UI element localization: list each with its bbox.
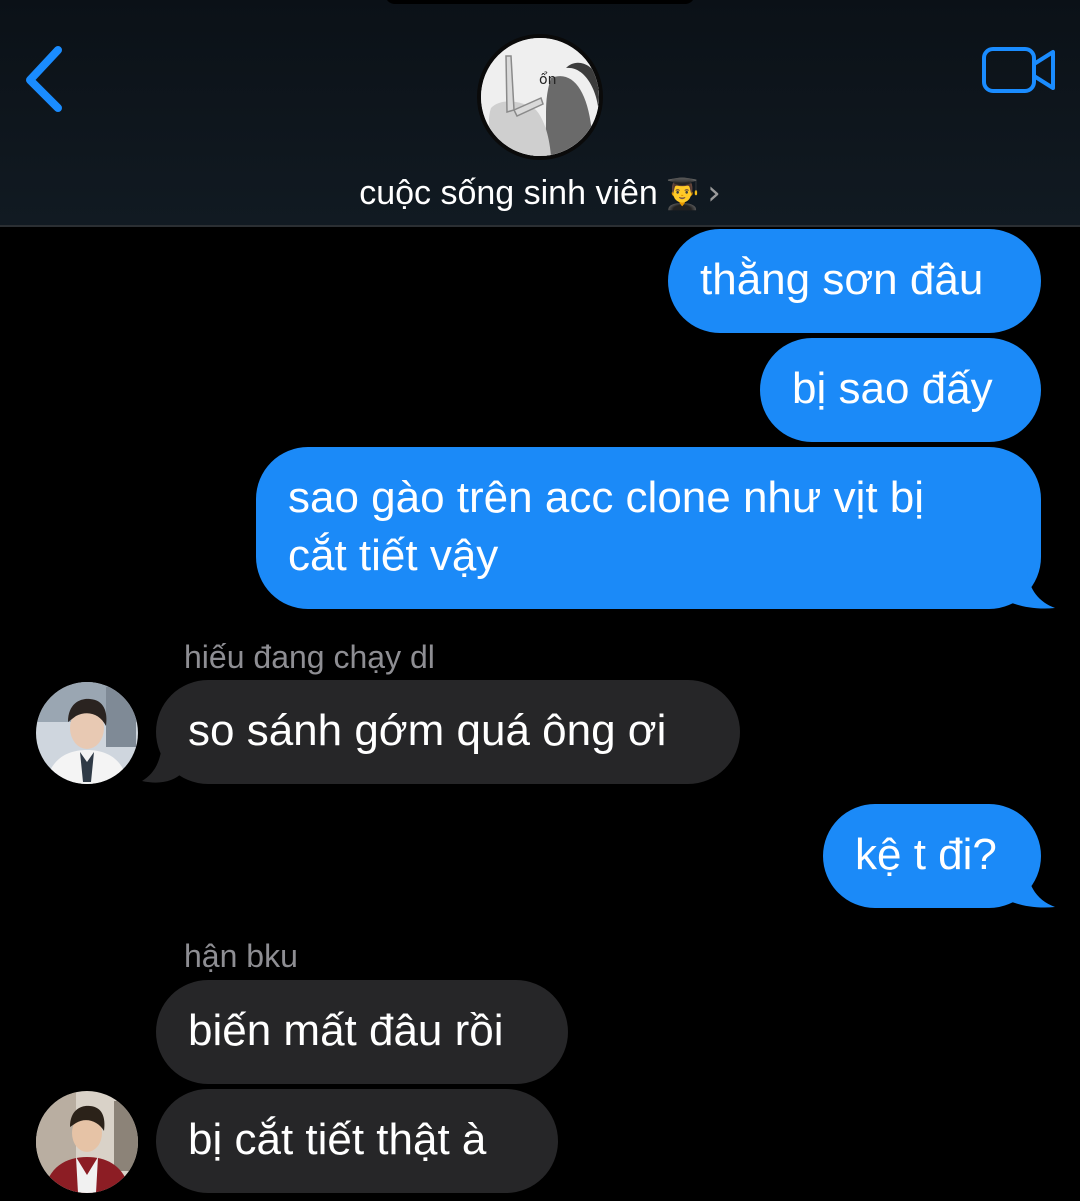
group-emoji: 👨‍🎓 [663, 177, 702, 212]
back-button[interactable] [18, 40, 78, 120]
avatar-image [36, 1091, 138, 1193]
group-avatar-image: ổn [481, 38, 599, 156]
sender-name: hiếu đang chạy dl [184, 639, 435, 675]
message-text-line: cắt tiết vậy [288, 531, 499, 580]
avatar-image [36, 682, 138, 784]
group-name: cuộc sống sinh viên [359, 174, 658, 212]
avatar[interactable] [36, 1091, 138, 1193]
message-text: thằng sơn đâu [700, 255, 984, 304]
chevron-right-icon: › [707, 173, 721, 213]
message-text: kệ t đi? [855, 830, 997, 879]
bubble-tail [142, 745, 182, 783]
message-text: so sánh gớm quá ông ơi [188, 706, 667, 755]
video-camera-icon [982, 47, 1055, 93]
bubble-tail [1005, 570, 1055, 609]
message-bubble-incoming[interactable]: so sánh gớm quá ông ơi [156, 680, 740, 784]
bubble-tail [1005, 869, 1055, 908]
message-text: biến mất đâu rồi [188, 1006, 504, 1055]
group-avatar[interactable]: ổn [477, 34, 603, 160]
sender-name: hận bku [184, 938, 298, 974]
message-bubble-outgoing[interactable]: sao gào trên acc clone như vịt bị cắt ti… [256, 447, 1041, 609]
group-name-button[interactable]: cuộc sống sinh viên 👨‍🎓 › [0, 170, 1080, 218]
message-bubble-outgoing[interactable]: thằng sơn đâu [668, 229, 1041, 333]
message-text: bị cắt tiết thật à [188, 1115, 487, 1164]
video-call-button[interactable] [980, 44, 1058, 96]
message-text: bị sao đấy [792, 364, 993, 413]
notch [385, 0, 695, 4]
message-bubble-outgoing[interactable]: bị sao đấy [760, 338, 1041, 442]
chat-header: ổn cuộc sống sinh viên 👨‍🎓 › [0, 0, 1080, 227]
message-bubble-incoming[interactable]: biến mất đâu rồi [156, 980, 568, 1084]
chevron-left-icon [26, 46, 62, 112]
avatar[interactable] [36, 682, 138, 784]
message-text-line: sao gào trên acc clone như vịt bị [288, 473, 925, 522]
message-bubble-incoming[interactable]: bị cắt tiết thật à [156, 1089, 558, 1193]
avatar-text: ổn [539, 71, 556, 88]
